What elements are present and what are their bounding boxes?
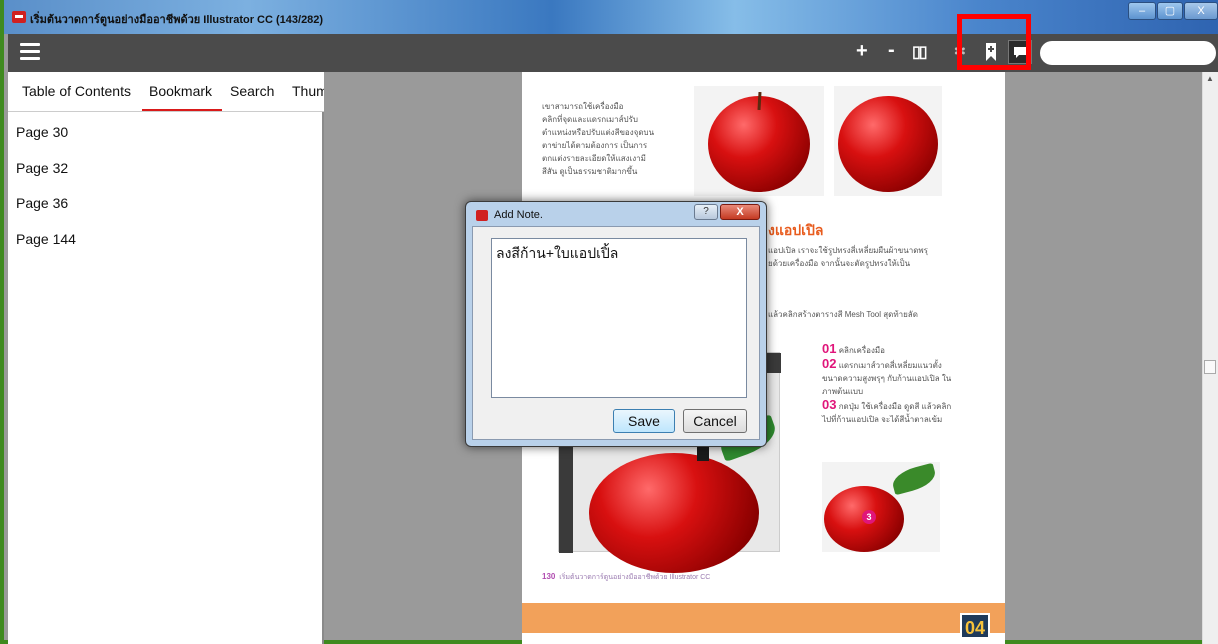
active-tab-indicator: [142, 109, 222, 111]
dialog-body: ลงสีก้าน+ใบแอปเปิ้ล Save Cancel: [472, 226, 760, 440]
app-window: เริ่มต้นวาดการ์ตูนอย่างมืออาชีพด้วย Illu…: [0, 0, 1218, 644]
apple-image: [708, 96, 810, 192]
dialog-close-button[interactable]: X: [720, 204, 760, 220]
dialog-title: Add Note.: [494, 209, 543, 221]
save-button[interactable]: Save: [613, 409, 675, 433]
bookmark-item[interactable]: Page 36: [16, 195, 68, 211]
hamburger-menu-icon[interactable]: [20, 43, 40, 61]
panel-divider[interactable]: [322, 112, 324, 644]
help-button[interactable]: ?: [694, 204, 718, 220]
close-window-button[interactable]: X: [1184, 2, 1218, 20]
zoom-out-button[interactable]: -: [888, 39, 895, 62]
bookmark-item[interactable]: Page 30: [16, 124, 68, 140]
search-input[interactable]: [1040, 41, 1216, 65]
bookmark-item[interactable]: Page 144: [16, 231, 76, 247]
section-heading: งแอปเปิล: [768, 222, 824, 238]
step-example-image: 3: [822, 462, 940, 552]
highlight-annotation: [957, 14, 1031, 70]
app-logo-icon: [12, 11, 26, 23]
tab-thumbnails[interactable]: Thum: [292, 83, 324, 99]
minimize-button[interactable]: –: [1128, 2, 1156, 20]
sidebar-tabs: Table of Contents Bookmark Search Thum: [8, 72, 324, 112]
double-page-button[interactable]: ▯▯: [912, 42, 928, 62]
section-paragraph: แอปเปิล เราจะใช้รูปทรงสี่เหลี่ยมผืนผ้าขน…: [768, 246, 928, 268]
add-note-dialog: Add Note. ? X ลงสีก้าน+ใบแอปเปิ้ล Save C…: [465, 201, 767, 447]
chapter-badge: 04: [960, 613, 990, 639]
apple-stem-icon: [757, 92, 762, 110]
steps-list: 01 คลิกเครื่องมือ 02 แดรกเมาส์วาดสี่เหลี…: [822, 341, 952, 424]
colored-apple-image: [834, 86, 942, 196]
page-intro-text: เขาสามารถใช้เครื่องมือ คลิกที่จุดและแดรก…: [542, 102, 655, 176]
scrollbar-thumb[interactable]: [1204, 360, 1216, 374]
maximize-button[interactable]: ▢: [1157, 2, 1183, 20]
step-badge: 3: [862, 510, 876, 524]
chapter-bar: [522, 603, 1005, 633]
bookmark-item[interactable]: Page 32: [16, 160, 68, 176]
sidebar-panel: Table of Contents Bookmark Search Thum P…: [8, 72, 324, 644]
leaf-image: [889, 462, 939, 496]
title-bar: เริ่มต้นวาดการ์ตูนอย่างมืออาชีพด้วย Illu…: [4, 0, 1218, 34]
cancel-button[interactable]: Cancel: [683, 409, 747, 433]
scroll-up-arrow-icon[interactable]: ▲: [1206, 74, 1214, 83]
mesh-apple-image: [694, 86, 824, 196]
apple-image: [838, 96, 938, 192]
tab-table-of-contents[interactable]: Table of Contents: [22, 83, 131, 99]
window-title: เริ่มต้นวาดการ์ตูนอย่างมืออาชีพด้วย Illu…: [30, 14, 324, 26]
tab-bookmark[interactable]: Bookmark: [149, 83, 212, 99]
page-footer: 130 เริ่มต้นวาดการ์ตูนอย่างมืออาชีพด้วย …: [542, 572, 711, 581]
note-textarea[interactable]: ลงสีก้าน+ใบแอปเปิ้ล: [491, 238, 747, 398]
dialog-app-icon: [476, 210, 488, 221]
zoom-in-button[interactable]: +: [856, 40, 868, 63]
tab-search[interactable]: Search: [230, 83, 274, 99]
apple-image: [589, 453, 759, 573]
vertical-scrollbar[interactable]: [1202, 72, 1218, 644]
section-paragraph-2: แล้วคลิกสร้างตารางสี Mesh Tool สุดท้ายลั…: [768, 310, 918, 319]
toolbar: + - ▯▯ ✻: [8, 34, 1218, 72]
